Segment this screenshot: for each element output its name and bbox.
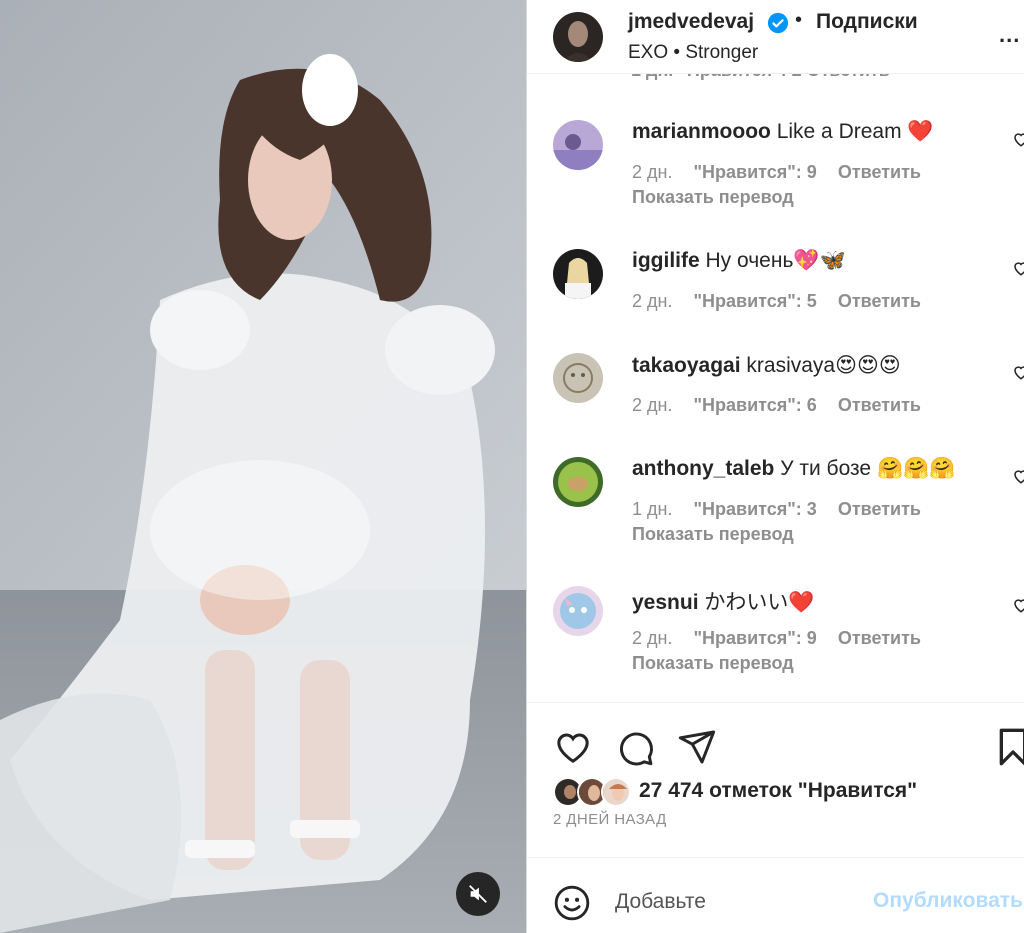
comment-body: У ти бозе 🤗🤗🤗 bbox=[780, 457, 956, 480]
heart-icon[interactable] bbox=[1012, 259, 1024, 277]
comment-likes[interactable]: "Нравится": 6 bbox=[693, 395, 816, 415]
comment-text: takaoyagai krasivaya😍😍😍 bbox=[632, 353, 901, 378]
author-avatar[interactable] bbox=[553, 12, 603, 62]
comment-time[interactable]: 2 дн. bbox=[632, 628, 672, 648]
likes-count[interactable]: 27 474 отметок "Нравится" bbox=[639, 779, 917, 803]
comment-text: iggilife Ну очень💖🦋 bbox=[632, 249, 846, 273]
comment-time[interactable]: 2 дн. bbox=[632, 162, 672, 182]
comment-text: marianmoooo Like a Dream ❤️ bbox=[632, 120, 934, 144]
show-translation-button[interactable]: Показать перевод bbox=[632, 524, 794, 545]
heart-icon[interactable] bbox=[1012, 363, 1024, 381]
avatar[interactable] bbox=[553, 457, 603, 507]
comment-text: yesnui かわいい❤️ bbox=[632, 586, 815, 616]
post-actions: 27 474 отметок "Нравится" 2 ДНЕЙ НАЗАД bbox=[527, 702, 1024, 857]
reply-button[interactable]: Ответить bbox=[838, 162, 921, 182]
comment-username[interactable]: anthony_taleb bbox=[632, 457, 774, 480]
comment-body: Ну очень💖🦋 bbox=[705, 249, 846, 272]
more-options-button[interactable]: ... bbox=[999, 22, 1020, 48]
heart-icon[interactable] bbox=[553, 727, 593, 767]
heart-icon[interactable] bbox=[1012, 130, 1024, 148]
comment-meta: 2 дн. "Нравится": 9 Ответить bbox=[632, 162, 937, 183]
avatar[interactable] bbox=[553, 120, 603, 170]
comment-time[interactable]: 1 дн. bbox=[632, 499, 672, 519]
reply-button[interactable]: Ответить bbox=[838, 395, 921, 415]
reply-button[interactable]: Ответить bbox=[838, 291, 921, 311]
reply-button[interactable]: Ответить bbox=[838, 628, 921, 648]
post-timestamp[interactable]: 2 ДНЕЙ НАЗАД bbox=[553, 811, 667, 828]
reply-button[interactable]: Ответить bbox=[838, 499, 921, 519]
bookmark-icon[interactable] bbox=[993, 727, 1024, 767]
header-separator: • bbox=[795, 9, 803, 31]
avatar[interactable] bbox=[553, 353, 603, 403]
heart-icon[interactable] bbox=[1012, 596, 1024, 614]
comment-username[interactable]: iggilife bbox=[632, 249, 700, 272]
comment-input[interactable] bbox=[615, 886, 855, 918]
comment-body: Like a Dream ❤️ bbox=[776, 120, 934, 143]
paper-plane-icon[interactable] bbox=[677, 727, 717, 767]
comment-meta: 2 дн. "Нравится": 6 Ответить bbox=[632, 395, 937, 416]
comment-likes[interactable]: "Нравится": 9 bbox=[693, 628, 816, 648]
post-media[interactable] bbox=[0, 0, 526, 933]
comment-meta: 2 дн. "Нравится": 9 Ответить bbox=[632, 628, 937, 649]
comment-username[interactable]: marianmoooo bbox=[632, 120, 771, 143]
verified-badge-icon bbox=[767, 12, 789, 34]
muted-speaker-icon bbox=[469, 885, 487, 903]
comment-time[interactable]: 2 дн. bbox=[632, 291, 672, 311]
avatar bbox=[601, 777, 631, 807]
author-username[interactable]: jmedvedevaj bbox=[628, 10, 754, 34]
post-photo bbox=[0, 0, 526, 933]
following-button[interactable]: Подписки bbox=[816, 10, 918, 34]
comment-username[interactable]: takaoyagai bbox=[632, 354, 741, 377]
audio-track[interactable]: EXO • Stronger bbox=[628, 42, 758, 64]
comment-username[interactable]: yesnui bbox=[632, 591, 699, 614]
likers-avatars[interactable] bbox=[553, 777, 637, 807]
comment-text: anthony_taleb У ти бозе 🤗🤗🤗 bbox=[632, 457, 955, 481]
comment-meta: 2 дн. "Нравится": 5 Ответить bbox=[632, 291, 937, 312]
comment-body: かわいい❤️ bbox=[704, 591, 815, 614]
post-header: jmedvedevaj • Подписки EXO • Stronger ..… bbox=[527, 0, 1024, 74]
avatar[interactable] bbox=[553, 249, 603, 299]
comment-likes[interactable]: "Нравится": 9 bbox=[693, 162, 816, 182]
show-translation-button[interactable]: Показать перевод bbox=[632, 187, 794, 208]
comment-composer: Опубликовать bbox=[527, 857, 1024, 933]
mute-button[interactable] bbox=[456, 872, 500, 916]
comment-bubble-icon[interactable] bbox=[615, 727, 655, 767]
comment-meta: 1 дн. "Нравится": 3 Ответить bbox=[632, 499, 937, 520]
comment-time[interactable]: 2 дн. bbox=[632, 395, 672, 415]
heart-icon[interactable] bbox=[1012, 467, 1024, 485]
avatar[interactable] bbox=[553, 586, 603, 636]
post-panel: 1 дн. "Нравится": 2 Ответить jmedvedevaj… bbox=[526, 0, 1024, 933]
smiley-face-icon[interactable] bbox=[553, 884, 591, 922]
comment-body: krasivaya😍😍😍 bbox=[746, 354, 901, 377]
show-translation-button[interactable]: Показать перевод bbox=[632, 653, 794, 674]
publish-button[interactable]: Опубликовать bbox=[873, 889, 1023, 913]
comment-likes[interactable]: "Нравится": 3 bbox=[693, 499, 816, 519]
comment-likes[interactable]: "Нравится": 5 bbox=[693, 291, 816, 311]
